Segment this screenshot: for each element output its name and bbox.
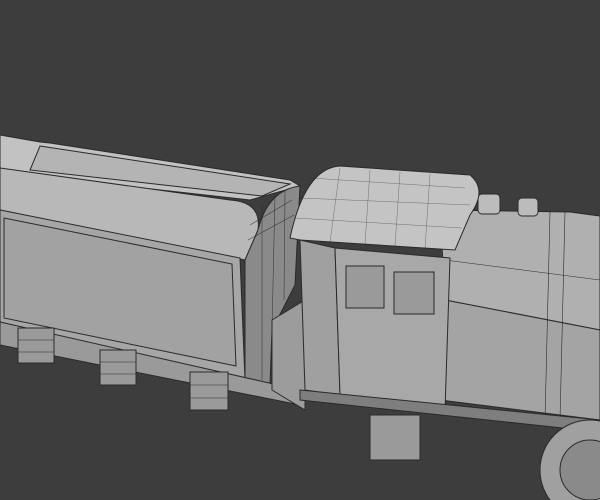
steam-dome: [477, 193, 501, 215]
cab-window-2: [393, 271, 435, 315]
loco-wheel-box: [369, 414, 421, 461]
tender-car: [0, 134, 306, 411]
safety-valve: [517, 197, 539, 217]
cab-window-1: [345, 265, 385, 309]
3d-viewport[interactable]: [0, 0, 600, 500]
cab-front: [299, 239, 341, 396]
bogie-3: [189, 371, 229, 411]
locomotive: [289, 165, 600, 500]
bogie-1: [17, 327, 55, 364]
bogie-2: [99, 349, 137, 386]
